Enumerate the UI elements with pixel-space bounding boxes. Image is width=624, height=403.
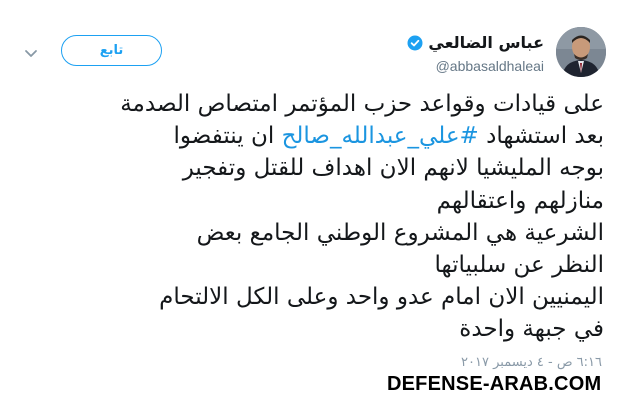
tweet-text-segment: بعد استشهاد xyxy=(478,123,604,150)
avatar[interactable] xyxy=(556,27,606,77)
tweet-text: على قيادات وقواعد حزب المؤتمر امتصاص الص… xyxy=(19,88,604,346)
tweet-line: في جبهة واحدة xyxy=(459,316,604,343)
chevron-down-icon[interactable] xyxy=(24,44,38,57)
tweet-card: عباس الضالعي @abbasaldhaleai تابع على قي… xyxy=(0,0,624,403)
tweet-line: الشرعية هي المشروع الوطني الجامع بعض xyxy=(196,219,604,246)
tweet-line: على قيادات وقواعد حزب المؤتمر امتصاص الص… xyxy=(120,91,604,117)
author-name-row: عباس الضالعي xyxy=(407,33,544,52)
author-handle[interactable]: @abbasaldhaleai xyxy=(436,58,544,74)
tweet-text-segment: ان ينتفضوا xyxy=(173,123,282,150)
tweet-timestamp[interactable]: ٦:١٦ ص - ٤ ديسمبر ٢٠١٧ xyxy=(461,355,602,370)
hashtag-link[interactable]: #علي_عبدالله_صالح xyxy=(282,123,479,149)
tweet-line: اليمنيين الان امام عدو واحد وعلى الكل ال… xyxy=(159,284,604,311)
tweet-line: بعد استشهاد #علي_عبدالله_صالح ان ينتفضوا xyxy=(19,120,604,152)
tweet-line: منازلهم واعتقالهم xyxy=(436,187,604,214)
avatar-photo-icon xyxy=(556,27,606,77)
follow-button[interactable]: تابع xyxy=(61,35,162,66)
tweet-line: بوجه المليشيا لانهم الان اهداف للقتل وتف… xyxy=(182,155,604,182)
watermark: DEFENSE-ARAB.COM xyxy=(387,373,602,395)
author-display-name[interactable]: عباس الضالعي xyxy=(428,33,544,52)
tweet-line: النظر عن سلبياتها xyxy=(434,252,604,279)
verified-badge-icon xyxy=(407,35,423,51)
